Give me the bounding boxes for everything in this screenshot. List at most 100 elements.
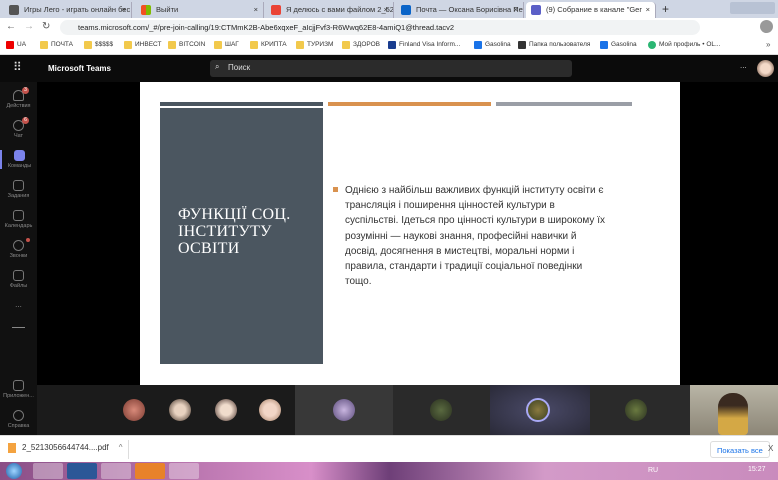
participant-avatar[interactable] <box>123 399 145 421</box>
paint-icon[interactable] <box>169 463 199 479</box>
reload-icon[interactable]: ↻ <box>42 21 50 32</box>
explorer-icon[interactable] <box>101 463 131 479</box>
back-icon[interactable]: ← <box>6 21 16 32</box>
bookmark-item[interactable]: ИНВЕСТ <box>124 41 162 49</box>
participant-avatar[interactable] <box>215 399 237 421</box>
gasolina-icon <box>474 41 482 49</box>
bookmark-item[interactable]: BITCOIN <box>168 41 205 49</box>
more-options[interactable]: ... <box>740 61 747 70</box>
show-all-button[interactable]: Показать все <box>710 441 770 458</box>
sidebar-more[interactable]: ... <box>0 300 37 309</box>
bookmark-item[interactable]: Finland Visa Inform... <box>388 41 460 49</box>
slide-line: розумінні — наукові знання, професійні н… <box>345 230 577 242</box>
close-icon[interactable]: × <box>384 5 388 14</box>
address-bar-row: ← → ↻ teams.microsoft.com/_#/pre-join-ca… <box>0 18 778 37</box>
phone-icon <box>13 240 24 251</box>
slide-body: Однією з найбільш важливих функцій інсти… <box>333 183 640 289</box>
file-icon <box>13 270 24 281</box>
sidebar-label: Календарь <box>4 223 33 229</box>
bookmark-item[interactable]: Папка пользователя <box>518 41 591 49</box>
participant-tile[interactable] <box>590 385 690 435</box>
sidebar-item-activity[interactable]: 3 Действия <box>0 87 37 109</box>
bookmark-label: Мой профиль • OL... <box>659 41 721 48</box>
tab-outlook[interactable]: Почта — Оксана Борисівна Пет × <box>396 2 524 18</box>
participant-tile[interactable] <box>295 385 393 435</box>
badge: 3 <box>22 87 29 94</box>
bookmark-item[interactable]: UA <box>6 41 26 49</box>
sidebar-item-assignments[interactable]: Задания <box>0 180 37 199</box>
bookmark-label: ЗДОРОВ <box>353 41 380 48</box>
window-controls[interactable] <box>730 2 775 14</box>
sidebar-item-files[interactable]: Файлы <box>0 270 37 289</box>
bookmark-item[interactable]: ТУРИЗМ <box>296 41 334 49</box>
tab-teams-meeting[interactable]: (9) Собрание в канале "Ger × <box>526 2 656 18</box>
tab-gmail[interactable]: Я делюсь с вами файлом 2_521 × <box>266 2 394 18</box>
bookmark-item[interactable]: ШАГ <box>214 41 239 49</box>
new-tab-button[interactable]: + <box>662 2 669 16</box>
slide-line: правила, стандарти і традиції соціальної… <box>345 261 583 273</box>
sidebar-label: Чат <box>13 133 24 139</box>
bookmarks-bar: UA ПОЧТА $$$$$ ИНВЕСТ BITCOIN ШАГ КРИПТА… <box>0 37 778 55</box>
clock[interactable]: 15:27 <box>748 466 766 473</box>
sidebar-label: Файлы <box>9 283 28 289</box>
bookmark-label: ТУРИЗМ <box>307 41 334 48</box>
close-icon[interactable]: × <box>254 5 258 14</box>
badge: 6 <box>22 117 29 124</box>
tab-label: (9) Собрание в канале "Ger <box>546 5 642 14</box>
bookmark-item[interactable]: КРИПТА <box>250 41 287 49</box>
sidebar-item-apps[interactable]: Приложен... <box>0 380 37 399</box>
slide-line: трансляція і поширення цінностей культур… <box>345 200 555 212</box>
shared-slide: ФУНКЦІЇ СОЦ. ІНСТИТУТУ ОСВІТИ Однією з н… <box>140 82 680 385</box>
participant-tile-speaking[interactable] <box>490 385 590 435</box>
forward-icon[interactable]: → <box>24 21 34 32</box>
participant-avatar[interactable] <box>169 399 191 421</box>
apps-icon <box>13 380 24 391</box>
folder-icon <box>84 41 92 49</box>
close-download-bar[interactable]: X <box>768 444 773 453</box>
close-icon[interactable]: × <box>646 5 650 14</box>
search-input[interactable]: ⌕ Поиск <box>210 60 572 77</box>
tab-label: Выйти <box>156 5 179 14</box>
sidebar-item-calls[interactable]: Звонки <box>0 238 37 259</box>
tab-label: Я делюсь с вами файлом 2_521 <box>286 5 394 14</box>
language-indicator[interactable]: RU <box>648 467 658 474</box>
sidebar-label: Справка <box>7 423 30 429</box>
sidebar-item-chat[interactable]: 6 Чат <box>0 117 37 139</box>
gasolina-icon <box>600 41 608 49</box>
sidebar-item-help[interactable]: Справка <box>0 410 37 429</box>
bookmark-item[interactable]: $$$$$ <box>84 41 113 49</box>
app-icon[interactable] <box>135 463 165 479</box>
url-text: teams.microsoft.com/_#/pre-join-calling/… <box>78 23 455 32</box>
tab-exit[interactable]: Выйти × <box>136 2 264 18</box>
app-launcher-icon[interactable]: ⠿ <box>13 60 22 74</box>
start-button[interactable] <box>6 463 22 479</box>
bookmark-item[interactable]: ЗДОРОВ <box>342 41 380 49</box>
participant-avatar <box>625 399 647 421</box>
notification-dot <box>26 238 30 242</box>
profile-avatar[interactable] <box>760 20 773 33</box>
self-video[interactable] <box>690 385 778 435</box>
close-icon[interactable]: × <box>122 5 126 14</box>
url-input[interactable]: teams.microsoft.com/_#/pre-join-calling/… <box>60 20 700 35</box>
download-item[interactable]: 2_5213056644744....pdf ^ <box>8 443 123 453</box>
close-icon[interactable]: × <box>514 5 518 14</box>
tab-lego[interactable]: Игры Лего - играть онлайн бес × <box>4 2 132 18</box>
bookmarks-overflow[interactable]: » <box>766 40 770 49</box>
bookmark-item[interactable]: Мой профиль • OL... <box>648 41 721 49</box>
participant-avatar[interactable] <box>259 399 281 421</box>
bookmark-label: КРИПТА <box>261 41 287 48</box>
word-icon[interactable] <box>67 463 97 479</box>
bookmark-label: ИНВЕСТ <box>135 41 162 48</box>
chevron-up-icon[interactable]: ^ <box>119 443 123 452</box>
divider <box>12 327 25 328</box>
sidebar-item-teams[interactable]: Команды <box>0 150 37 169</box>
bookmark-label: Папка пользователя <box>529 41 591 48</box>
bookmark-item[interactable]: ПОЧТА <box>40 41 73 49</box>
slide-bar-orange <box>328 102 491 106</box>
participant-tile[interactable] <box>393 385 490 435</box>
user-avatar[interactable] <box>757 60 774 77</box>
taskbar-file-icon[interactable] <box>33 463 63 479</box>
sidebar-item-calendar[interactable]: Календарь <box>0 210 37 229</box>
bookmark-item[interactable]: Gasolina <box>600 41 637 49</box>
bookmark-item[interactable]: Gasolina <box>474 41 511 49</box>
